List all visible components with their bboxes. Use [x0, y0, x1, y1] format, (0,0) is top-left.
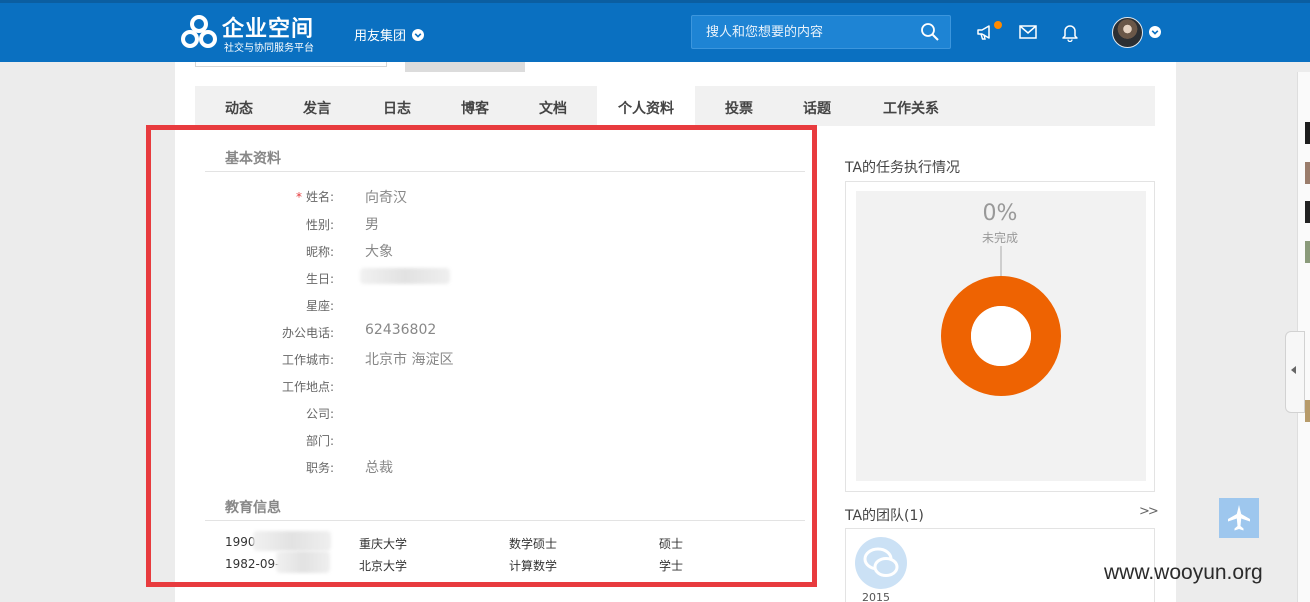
search-box [691, 15, 951, 49]
education-school: 北京大学 [359, 559, 408, 573]
profile-tabs: 动态 发言 日志 博客 文档 个人资料 投票 话题 工作关系 [195, 86, 1155, 126]
top-strip [0, 0, 1310, 3]
thumbnail [1305, 201, 1310, 223]
tab-posts[interactable]: 发言 [283, 86, 351, 126]
divider [205, 171, 805, 172]
field-value-office-phone: 62436802 [365, 322, 437, 338]
task-status: 未完成 [981, 231, 1018, 245]
period-redacted [276, 551, 330, 573]
announcement-icon[interactable] [976, 22, 996, 42]
chevron-down-icon[interactable] [1149, 26, 1161, 38]
org-switcher[interactable]: 用友集团 [354, 25, 425, 44]
field-label-company: 公司: [305, 407, 334, 421]
basic-info-title: 基本资料 [225, 151, 281, 167]
task-stats-title: TA的任务执行情况 [845, 160, 961, 176]
thumbnail [1305, 241, 1310, 263]
user-avatar[interactable] [1112, 17, 1143, 48]
more-link[interactable]: >> [1139, 504, 1159, 519]
field-label-work-city: 工作城市: [281, 353, 334, 367]
required-mark: * [295, 190, 302, 204]
logo[interactable]: 企业空间 社交与协同服务平台 [180, 12, 340, 54]
team-avatar[interactable] [855, 537, 907, 589]
sidebar-collapse-toggle[interactable] [1285, 331, 1305, 413]
field-label-position: 职务: [305, 461, 334, 475]
field-value-position: 总裁 [365, 460, 393, 476]
tab-work-relations[interactable]: 工作关系 [867, 86, 955, 126]
education-period: 1982-09- [225, 557, 280, 571]
tab-documents[interactable]: 文档 [519, 86, 587, 126]
education-period: 1990 [225, 535, 256, 549]
field-label-name: * 姓名: [194, 188, 334, 205]
notification-dot [994, 21, 1002, 29]
chat-bubbles-icon [863, 547, 899, 577]
thumbnail [1305, 400, 1310, 422]
tab-journal[interactable]: 日志 [363, 86, 431, 126]
org-name: 用友集团 [354, 29, 407, 44]
field-label-text: 姓名: [305, 190, 334, 204]
birthday-redacted [360, 268, 450, 284]
field-value-name: 向奇汉 [365, 190, 407, 206]
chevron-down-icon [412, 28, 425, 41]
education-school: 重庆大学 [359, 537, 408, 551]
back-to-top-button[interactable] [1219, 498, 1259, 538]
tab-topics[interactable]: 话题 [783, 86, 851, 126]
field-label-office-phone: 办公电话: [281, 326, 334, 340]
bell-icon[interactable] [1060, 22, 1080, 42]
field-label-department: 部门: [305, 434, 334, 448]
task-donut-chart [941, 246, 1061, 396]
education-title: 教育信息 [225, 500, 281, 516]
chevron-left-icon [1291, 366, 1296, 374]
field-label-work-location: 工作地点: [281, 380, 334, 394]
period-redacted [253, 531, 331, 551]
tab-blog[interactable]: 博客 [441, 86, 509, 126]
field-label-nickname: 昵称: [305, 245, 334, 259]
thumbnail [1305, 162, 1310, 184]
watermark: www.wooyun.org [1104, 561, 1263, 584]
logo-mark-icon [181, 15, 217, 48]
field-label-zodiac: 星座: [305, 299, 334, 313]
field-value-nickname: 大象 [365, 244, 393, 260]
education-degree: 硕士 [659, 537, 684, 551]
team-year: 2015 [862, 591, 890, 602]
partial-button[interactable] [405, 62, 525, 72]
field-label-gender: 性别: [305, 218, 334, 232]
education-degree: 学士 [659, 559, 684, 573]
education-major: 计算数学 [509, 559, 558, 573]
tab-votes[interactable]: 投票 [705, 86, 773, 126]
logo-subtitle: 社交与协同服务平台 [224, 43, 314, 54]
airplane-icon [1228, 505, 1250, 531]
field-value-gender: 男 [365, 217, 379, 233]
education-major: 数学硕士 [509, 537, 558, 551]
partial-input[interactable] [195, 62, 387, 67]
task-percent: 0% [982, 201, 1018, 226]
tab-profile[interactable]: 个人资料 [597, 86, 695, 126]
donut-hole [971, 306, 1031, 366]
divider [205, 520, 805, 521]
field-value-work-city: 北京市 海淀区 [365, 352, 454, 368]
tab-activity[interactable]: 动态 [195, 86, 283, 126]
mail-icon[interactable] [1018, 22, 1038, 42]
search-icon[interactable] [920, 22, 940, 42]
team-title: TA的团队(1) [845, 508, 924, 524]
thumbnail [1305, 122, 1310, 144]
search-input[interactable] [692, 16, 912, 48]
field-label-birthday: 生日: [305, 272, 334, 286]
